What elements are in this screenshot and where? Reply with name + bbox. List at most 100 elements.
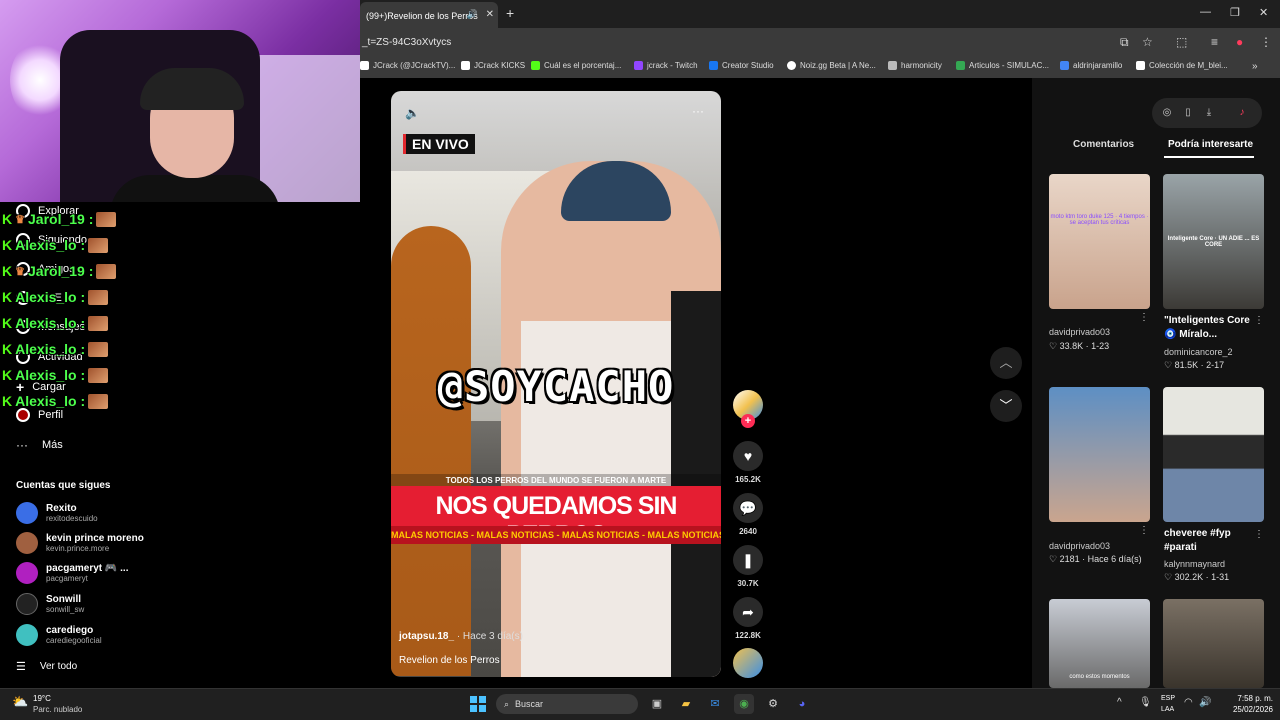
start-button[interactable] xyxy=(470,696,486,712)
bookmark-item[interactable]: Articulos - SIMULAC... xyxy=(956,61,1049,70)
media-icon[interactable]: ≡ xyxy=(1211,35,1218,49)
video-thumbnail[interactable]: moto ktm toro duke 125 · 4 tiempos · se … xyxy=(1049,174,1150,309)
card-title[interactable]: cheveree #fyp #parati xyxy=(1164,527,1254,555)
save-button[interactable]: ❚ 30.7K xyxy=(733,545,763,588)
mail-icon[interactable]: ✉ xyxy=(705,694,725,714)
url-field[interactable]: _t=ZS-94C3oXvtycs xyxy=(362,37,451,48)
tab-title: (99+)Revelion de los Perros xyxy=(366,11,478,21)
card-user[interactable]: kalynnmaynard xyxy=(1164,559,1225,569)
volume-icon[interactable]: 🔈 xyxy=(405,106,420,120)
more-icon[interactable]: ⋮ xyxy=(1254,529,1264,540)
video-thumbnail[interactable]: Inteligente Core · UN ADIE ... ES CORE xyxy=(1163,174,1264,309)
speaker-icon[interactable]: 🔊 xyxy=(467,9,478,20)
video-thumbnail[interactable]: como estos momentos xyxy=(1049,599,1150,688)
minimize-button[interactable]: — xyxy=(1200,6,1211,18)
card-user[interactable]: davidprivado03 xyxy=(1049,327,1110,337)
bookmark-item[interactable]: harmonicity xyxy=(888,61,942,70)
card-user[interactable]: dominicancore_2 xyxy=(1164,347,1233,357)
wifi-icon[interactable]: ◠ xyxy=(1184,697,1193,708)
emote-icon xyxy=(88,393,109,409)
bookmark-item[interactable]: jcrack - Twitch xyxy=(634,61,698,70)
new-tab-button[interactable]: + xyxy=(506,5,514,21)
more-icon[interactable]: ⋮ xyxy=(1139,525,1149,536)
bookmark-icon xyxy=(1136,61,1145,70)
bookmark-star-icon[interactable]: ☆ xyxy=(1142,35,1153,49)
music-disc[interactable] xyxy=(733,648,763,678)
cast-icon[interactable]: ⧉ xyxy=(1120,35,1129,50)
tiktok-icon[interactable]: ♪ xyxy=(1232,103,1252,123)
file-explorer-icon[interactable]: ▰ xyxy=(676,694,696,714)
profile-icon[interactable]: ● xyxy=(1236,35,1243,49)
chat-message: K Alexis_lo : xyxy=(2,237,109,253)
live-badge: EN VIVO xyxy=(403,134,475,154)
account-item[interactable]: Rexito rexitodescuido xyxy=(16,502,98,524)
bookmark-item[interactable]: aldrinjaramillo xyxy=(1060,61,1122,70)
account-item[interactable]: kevin prince moreno kevin.prince.more xyxy=(16,532,144,554)
app-icon[interactable]: ⚙ xyxy=(763,694,783,714)
more-icon[interactable]: ⋮ xyxy=(1139,312,1149,323)
download-icon[interactable]: ⤓ xyxy=(1199,103,1219,123)
extensions-icon[interactable]: ⬚ xyxy=(1176,35,1187,49)
sidebar-item-perfil[interactable]: Perfil xyxy=(16,408,63,422)
card-title[interactable]: "Inteligentes Core 🧿 Míralo... xyxy=(1164,314,1254,342)
bookmark-item[interactable]: Cuál es el porcentaj... xyxy=(531,61,621,70)
video-thumbnail[interactable] xyxy=(1049,387,1150,522)
bookmark-icon xyxy=(360,61,369,70)
bookmark-item[interactable]: Noiz.gg Beta | A Ne... xyxy=(787,61,876,70)
video-thumbnail[interactable] xyxy=(1163,599,1264,688)
previous-video-button[interactable]: ︿ xyxy=(990,347,1022,379)
language-indicator[interactable]: ESP xyxy=(1161,695,1175,702)
emote-icon xyxy=(88,289,109,305)
clock-date[interactable]: 25/02/2026 xyxy=(1225,705,1273,714)
compass-icon[interactable]: ◎ xyxy=(1157,103,1177,123)
see-all-link[interactable]: ☰ Ver todo xyxy=(16,660,77,673)
bookmark-item[interactable]: JCrack KICKS xyxy=(461,61,525,70)
bookmark-icon xyxy=(956,61,965,70)
following-title: Cuentas que sigues xyxy=(16,480,111,491)
more-options-icon[interactable]: ··· xyxy=(692,104,704,118)
taskbar-search[interactable]: ⌕ Buscar xyxy=(496,694,638,714)
badge-icon: ♛ xyxy=(15,265,25,278)
chrome-icon[interactable]: ◉ xyxy=(734,694,754,714)
more-bookmarks-icon[interactable]: » xyxy=(1252,61,1258,72)
temperature: 19°C xyxy=(33,694,51,703)
account-item[interactable]: pacgameryt 🎮 ... pacgameryt xyxy=(16,562,128,584)
tab-suggested[interactable]: Podría interesarte xyxy=(1168,139,1253,150)
keyboard-layout[interactable]: LAA xyxy=(1161,706,1174,713)
sidebar-item-mas[interactable]: ··· Más xyxy=(16,438,63,452)
like-button[interactable]: ♥ 165.2K xyxy=(733,441,763,484)
tab-comments[interactable]: Comentarios xyxy=(1073,139,1134,150)
next-video-button[interactable]: ﹀ xyxy=(990,390,1022,422)
task-view-icon[interactable]: ▣ xyxy=(647,694,667,714)
microphone-icon[interactable]: 🎙 xyxy=(1139,697,1152,708)
video-author[interactable]: jotapsu.18_ · Hace 3 día(s) xyxy=(399,631,523,642)
account-item[interactable]: carediego carediegooficial xyxy=(16,624,102,646)
card-meta: ♡ 302.2K · 1-31 xyxy=(1164,572,1230,582)
bookmark-icon xyxy=(531,61,540,70)
card-user[interactable]: davidprivado03 xyxy=(1049,541,1110,551)
share-button[interactable]: ➦ 122.8K xyxy=(733,597,763,640)
weather-icon[interactable]: ⛅ xyxy=(12,694,28,710)
account-item[interactable]: Sonwill sonwill_sw xyxy=(16,593,84,615)
card-meta: ♡ 33.8K · 1-23 xyxy=(1049,341,1110,351)
bookmark-icon xyxy=(709,61,718,70)
video-thumbnail[interactable] xyxy=(1163,387,1264,522)
discord-icon[interactable]: ◕ xyxy=(792,694,812,714)
bookmark-item[interactable]: Creator Studio xyxy=(709,61,774,70)
restore-button[interactable]: ❐ xyxy=(1230,6,1240,19)
close-tab-icon[interactable]: ✕ xyxy=(486,9,494,20)
browser-tab[interactable]: (99+)Revelion de los Perros 🔊 ✕ xyxy=(360,2,498,28)
follow-button[interactable]: + xyxy=(741,414,755,428)
emote-icon xyxy=(88,315,109,331)
bookmark-item[interactable]: Colección de M_blei... xyxy=(1136,61,1228,70)
menu-icon[interactable]: ⋮ xyxy=(1260,35,1272,49)
more-icon[interactable]: ⋮ xyxy=(1254,315,1264,326)
close-window-button[interactable]: ✕ xyxy=(1259,6,1268,19)
bookmark-item[interactable]: JCrack (@JCrackTV)... xyxy=(360,61,455,70)
phone-icon[interactable]: ▯ xyxy=(1178,103,1198,123)
sidebar-item-label: Perfil xyxy=(38,409,64,421)
chevron-up-icon[interactable]: ^ xyxy=(1117,697,1122,708)
clock-time[interactable]: 7:58 p. m. xyxy=(1225,694,1273,703)
comment-button[interactable]: 💬 2640 xyxy=(733,493,763,536)
volume-icon[interactable]: 🔊 xyxy=(1199,697,1211,708)
